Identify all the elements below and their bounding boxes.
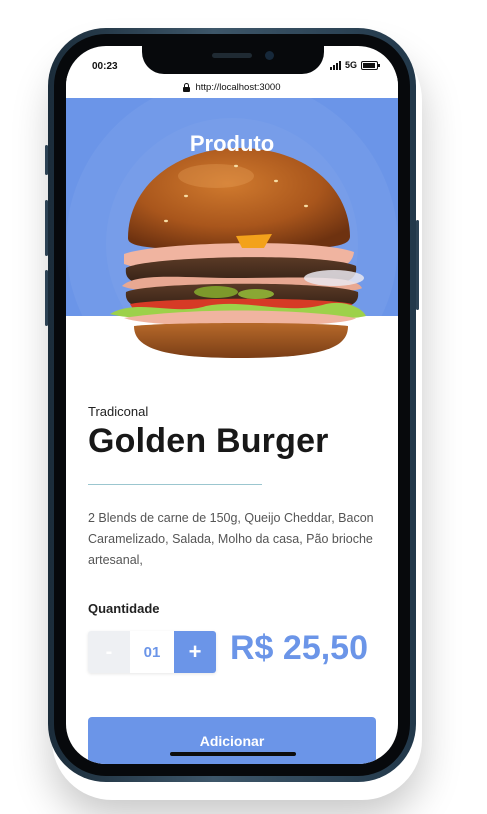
- silent-switch: [45, 145, 48, 175]
- decrease-quantity-button[interactable]: -: [88, 631, 130, 673]
- add-to-cart-button[interactable]: Adicionar: [88, 717, 376, 764]
- address-bar[interactable]: http://localhost:3000: [66, 76, 398, 98]
- page-title: Produto: [189, 131, 275, 156]
- quantity-label: Quantidade: [88, 601, 160, 616]
- home-indicator: [170, 752, 296, 756]
- increase-quantity-button[interactable]: +: [174, 631, 216, 673]
- volume-down-button: [45, 270, 48, 326]
- volume-up-button: [45, 200, 48, 256]
- product-description: 2 Blends de carne de 150g, Queijo Chedda…: [88, 511, 374, 567]
- quantity-value[interactable]: 01: [130, 631, 174, 673]
- lock-icon: [183, 82, 191, 92]
- title-divider: [88, 484, 262, 485]
- phone-notch: [142, 44, 324, 74]
- speaker-grille: [212, 53, 252, 58]
- power-button: [416, 220, 419, 310]
- quantity-stepper: - 01 +: [88, 631, 216, 673]
- product-name: Golden Burger: [88, 422, 329, 460]
- phone-screen: 00:23 5G http://localhost:3000 Produto T…: [66, 46, 398, 764]
- product-price: R$ 25,50: [230, 629, 368, 667]
- product-category: Tradiconal: [88, 404, 149, 419]
- front-camera: [265, 51, 274, 60]
- url-text: http://localhost:3000: [195, 81, 281, 93]
